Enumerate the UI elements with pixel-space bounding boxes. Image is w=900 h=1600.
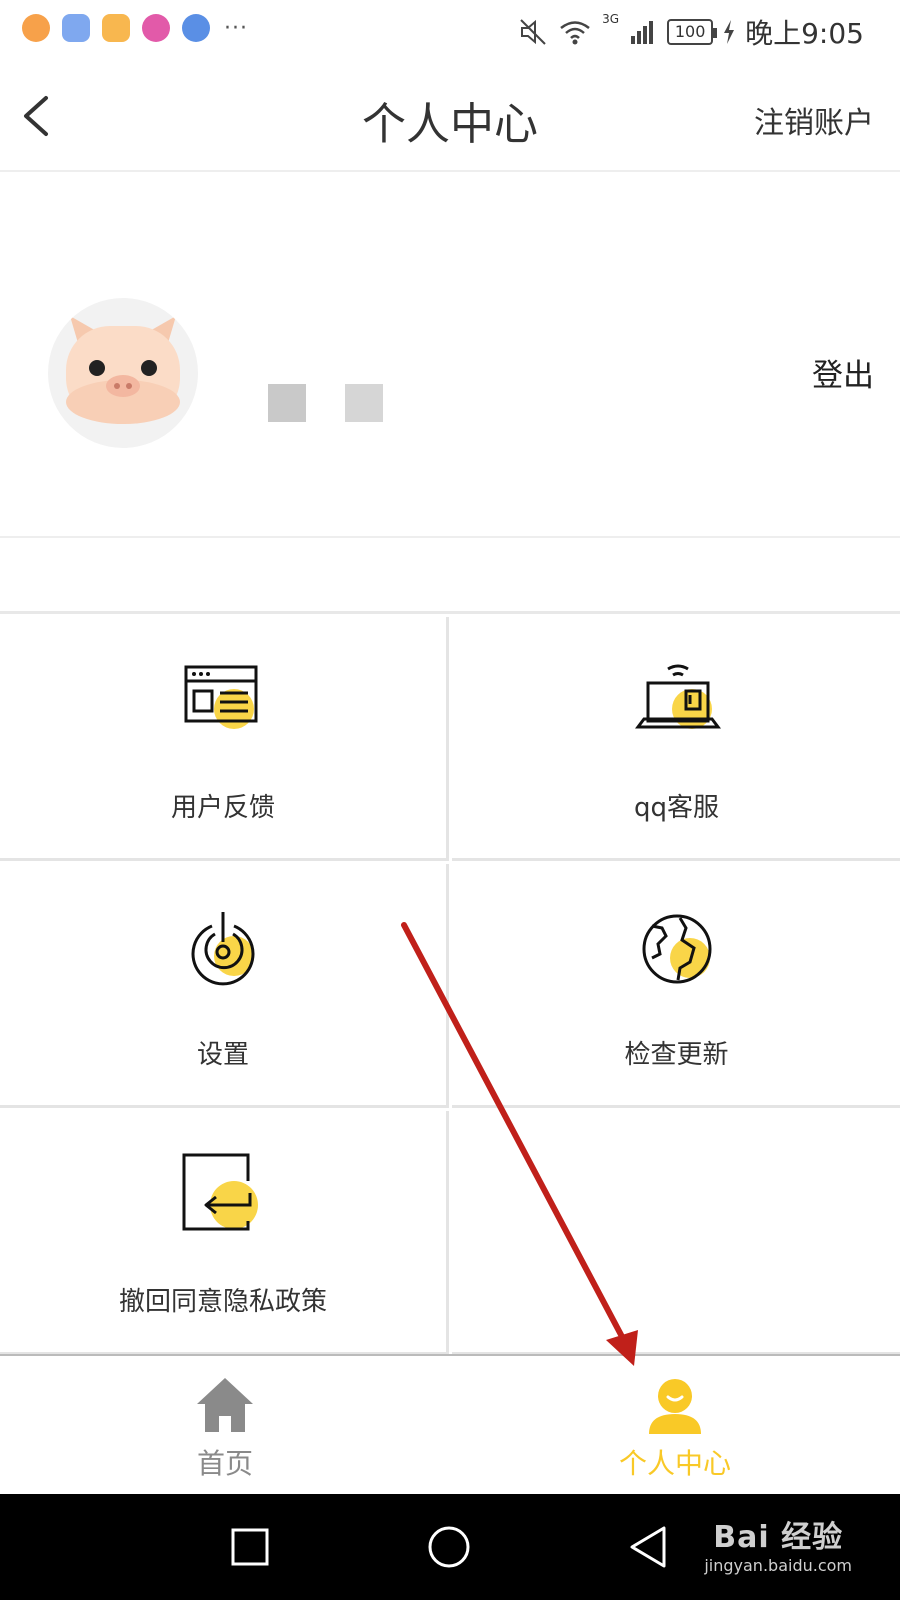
- section-spacer: [0, 540, 900, 614]
- pig-avatar-icon: [66, 316, 180, 424]
- nav-tab-home[interactable]: 首页: [0, 1356, 450, 1496]
- app-notification-icon: [22, 14, 50, 42]
- menu-item-check-update[interactable]: 检查更新: [452, 864, 900, 1108]
- notification-icons: ···: [22, 14, 248, 42]
- menu-item-feedback[interactable]: 用户反馈: [0, 617, 449, 861]
- network-type: 3G: [602, 12, 620, 26]
- package-notification-icon: [102, 14, 130, 42]
- chat-notification-icon: [62, 14, 90, 42]
- logout-button[interactable]: 登出: [812, 350, 874, 395]
- menu-item-qq-service[interactable]: qq客服: [452, 617, 900, 861]
- profile-icon: [649, 1379, 701, 1434]
- menu-item-revoke-privacy[interactable]: 撤回同意隐私政策: [0, 1111, 449, 1355]
- app-header: 个人中心 注销账户: [0, 60, 900, 172]
- profile-section: 登出: [0, 172, 900, 538]
- username-redacted-block: [345, 384, 383, 422]
- signal-icon: [631, 21, 654, 44]
- clock: 晚上9:05: [745, 17, 864, 50]
- baidu-jingyan-watermark: Bai 经验 jingyan.baidu.com: [704, 1512, 852, 1575]
- system-status: 3G 100 晚上9:05: [518, 12, 864, 52]
- watermark-url: jingyan.baidu.com: [704, 1556, 852, 1575]
- bottom-navigation: 首页 个人中心: [0, 1354, 900, 1494]
- status-bar: ··· 3G 100 晚上9:05: [0, 0, 900, 60]
- home-icon: [197, 1378, 253, 1432]
- avatar[interactable]: [48, 298, 198, 448]
- menu-item-label: 用户反馈: [170, 793, 275, 823]
- mute-icon: [520, 19, 546, 45]
- feedback-icon: [184, 665, 258, 729]
- charging-icon: [724, 20, 735, 44]
- recent-apps-icon[interactable]: [225, 1522, 275, 1572]
- wifi-icon: [560, 21, 590, 45]
- menu-item-settings[interactable]: 设置: [0, 864, 449, 1108]
- cancel-account-button[interactable]: 注销账户: [754, 98, 874, 142]
- home-circle-icon[interactable]: [424, 1522, 474, 1572]
- menu-item-label: 检查更新: [624, 1040, 729, 1070]
- menu-empty-cell: [452, 1111, 900, 1355]
- menu-item-label: qq客服: [633, 793, 719, 823]
- revoke-privacy-icon: [182, 1153, 258, 1231]
- battery-indicator: 100: [667, 19, 718, 45]
- customer-service-icon: [634, 664, 721, 729]
- settings-icon: [191, 912, 255, 986]
- menu-grid: 用户反馈 qq客服 设置 检查更新 撤回同意隐私政策: [0, 617, 900, 1355]
- system-back-icon[interactable]: [624, 1522, 674, 1572]
- system-navigation-bar: Bai 经验 jingyan.baidu.com: [0, 1494, 900, 1600]
- nav-tab-label: 个人中心: [618, 1447, 731, 1480]
- nav-tab-label: 首页: [196, 1447, 253, 1480]
- menu-item-label: 设置: [196, 1040, 249, 1070]
- username-redacted-block: [268, 384, 306, 422]
- update-globe-icon: [642, 914, 711, 984]
- heart-notification-icon: [142, 14, 170, 42]
- menu-item-label: 撤回同意隐私政策: [118, 1287, 327, 1317]
- browser-notification-icon: [182, 14, 210, 42]
- more-notifications-icon: ···: [224, 15, 248, 41]
- watermark-brand: Bai 经验: [713, 1520, 844, 1555]
- nav-tab-profile[interactable]: 个人中心: [450, 1356, 900, 1496]
